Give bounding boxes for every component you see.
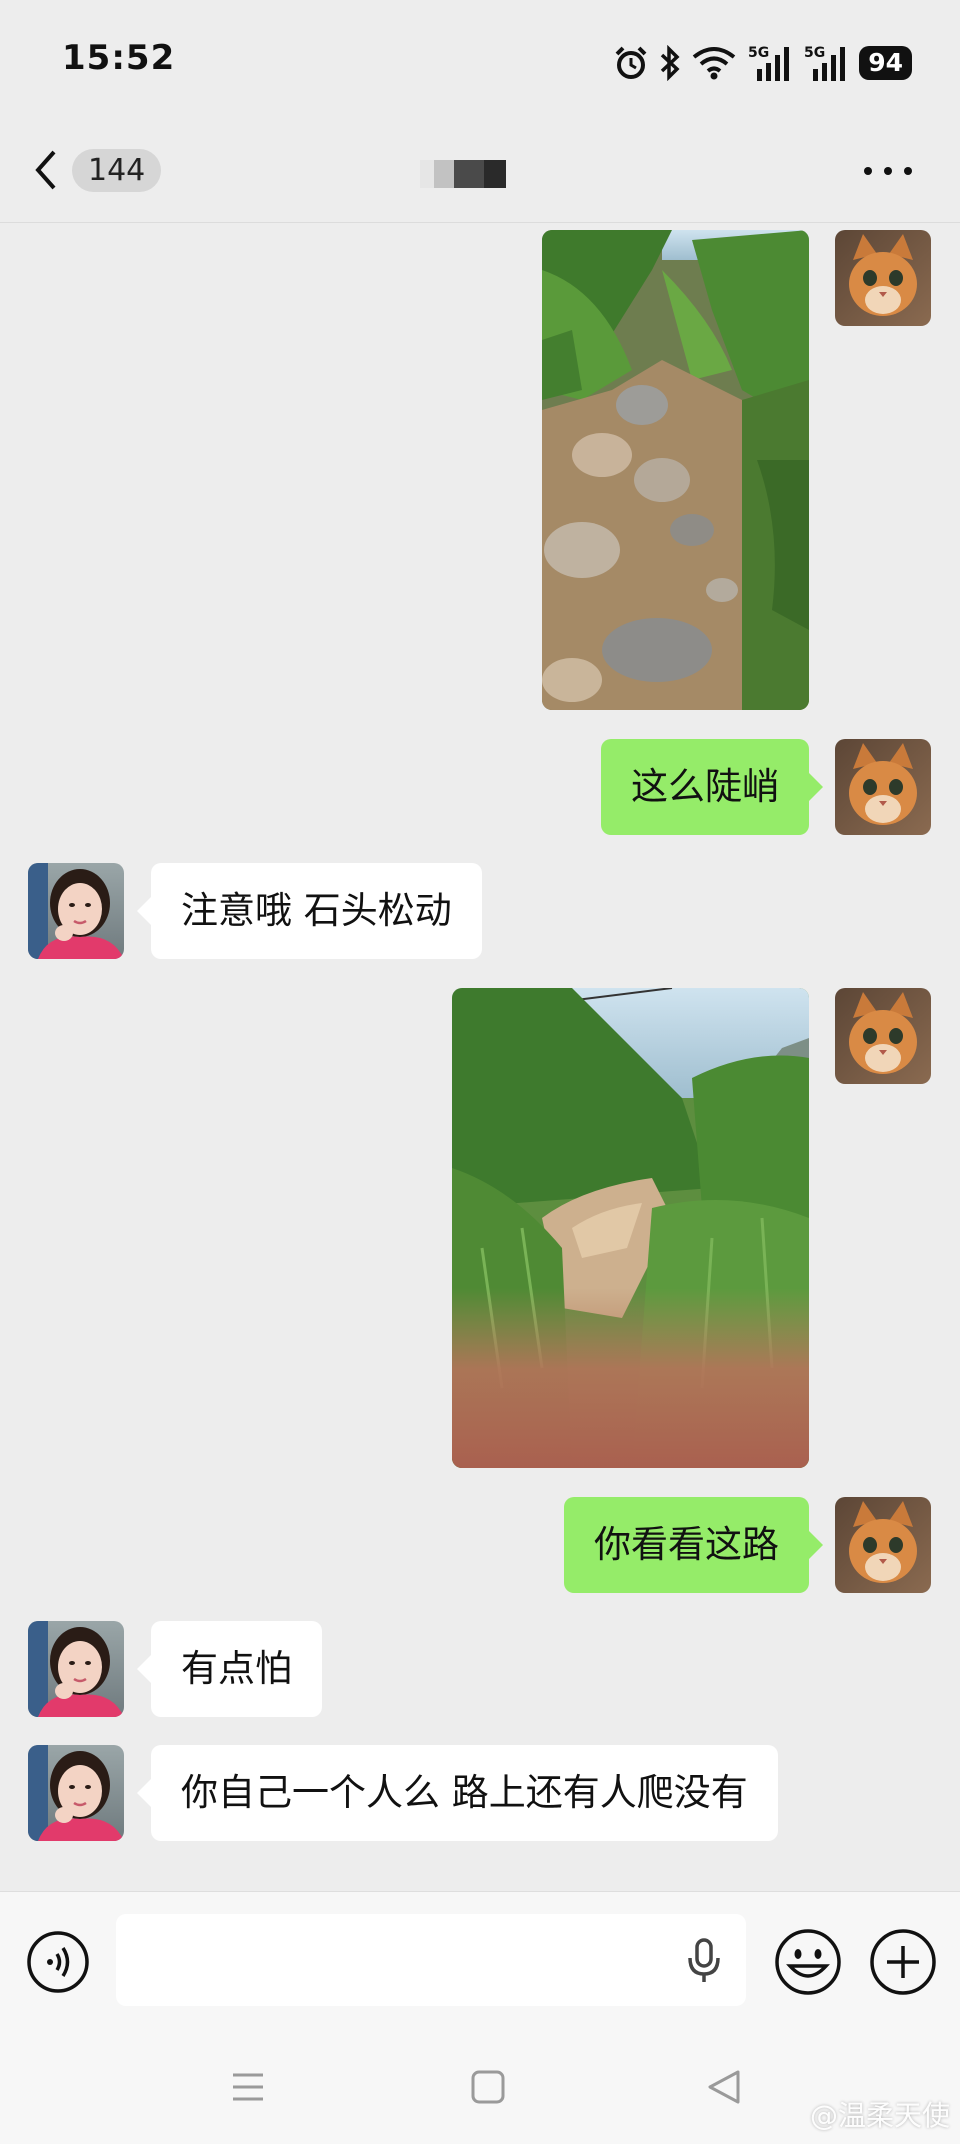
my-avatar[interactable]: [835, 230, 931, 326]
girl-avatar-icon: [28, 1745, 124, 1841]
5g-signal-icon: 5G: [804, 45, 846, 81]
more-dots-icon: [864, 167, 912, 175]
rocky-trail-photo-icon: [542, 230, 809, 710]
contact-avatar[interactable]: [28, 863, 124, 959]
chat-title-redacted: [420, 160, 520, 188]
my-avatar[interactable]: [835, 739, 931, 835]
square-icon: [471, 2070, 505, 2104]
smiley-icon: [775, 1929, 841, 1995]
microphone-icon: [688, 1938, 720, 1982]
contact-avatar[interactable]: [28, 1745, 124, 1841]
clock: 15:52: [62, 38, 176, 78]
outgoing-message[interactable]: 这么陡峭: [601, 739, 823, 835]
system-back-button[interactable]: [706, 2069, 742, 2109]
overgrown-trail-photo-icon: [452, 988, 809, 1468]
chat-header: 144: [0, 124, 960, 223]
menu-button[interactable]: [230, 2069, 266, 2109]
hamburger-icon: [233, 2073, 263, 2101]
outgoing-message[interactable]: 你看看这路: [564, 1497, 823, 1593]
watermark: @温柔天使: [809, 2099, 950, 2132]
more-options-button[interactable]: [858, 146, 918, 196]
incoming-message[interactable]: 有点怕: [137, 1621, 322, 1717]
incoming-message[interactable]: 你自己一个人么 路上还有人爬没有: [137, 1745, 778, 1841]
5g-signal-icon: 5G: [748, 45, 790, 81]
bluetooth-icon: [661, 45, 680, 81]
status-icons: 5G 5G 94: [613, 40, 912, 86]
chevron-left-icon: [35, 150, 56, 190]
rocky-trail-photo[interactable]: [542, 230, 809, 710]
back-button[interactable]: 144: [32, 140, 172, 200]
my-avatar[interactable]: [835, 988, 931, 1084]
cat-avatar-icon: [835, 739, 931, 835]
svg-text:5G: 5G: [748, 45, 769, 61]
microphone-button[interactable]: [686, 1938, 722, 1988]
wifi-icon: [692, 47, 736, 80]
voice-mode-button[interactable]: [26, 1930, 90, 1994]
message-list[interactable]: 这么陡峭 注意哦 石头松动 你看看这路 有点怕 你自己一个人么 路上还有人爬没有: [0, 223, 960, 1891]
my-avatar[interactable]: [835, 1497, 931, 1593]
battery-level: 94: [859, 46, 912, 80]
input-bar: [0, 1891, 960, 2034]
contact-avatar[interactable]: [28, 1621, 124, 1717]
system-navigation-bar: @温柔天使: [0, 2033, 960, 2144]
cat-avatar-icon: [835, 230, 931, 326]
status-bar: 15:52 5G 5G 94: [0, 0, 960, 124]
cat-avatar-icon: [835, 1497, 931, 1593]
add-attachment-button[interactable]: [869, 1928, 937, 1996]
alarm-icon: [615, 46, 647, 79]
svg-text:5G: 5G: [804, 45, 825, 61]
voice-wave-icon: [27, 1931, 89, 1993]
home-button[interactable]: [470, 2069, 506, 2109]
emoji-button[interactable]: [774, 1928, 842, 1996]
girl-avatar-icon: [28, 1621, 124, 1717]
incoming-message[interactable]: 注意哦 石头松动: [137, 863, 482, 959]
girl-avatar-icon: [28, 863, 124, 959]
message-input[interactable]: [116, 1914, 746, 2006]
cat-avatar-icon: [835, 988, 931, 1084]
overgrown-trail-photo[interactable]: [452, 988, 809, 1468]
unread-count-badge: 144: [72, 148, 162, 192]
triangle-back-icon: [708, 2070, 740, 2104]
plus-circle-icon: [870, 1929, 936, 1995]
